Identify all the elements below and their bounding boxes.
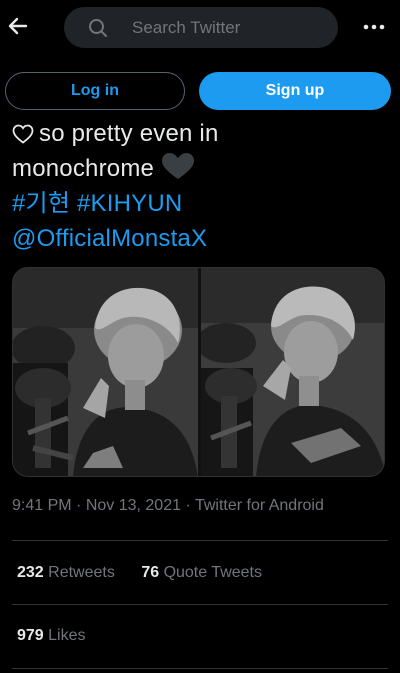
tweet-line-1-text: so pretty even in: [39, 120, 219, 147]
meta-separator: ·: [71, 497, 86, 514]
tweet-hashtags[interactable]: #기현 #KIHYUN: [12, 186, 392, 221]
quote-count: 76: [141, 564, 160, 581]
retweets-label: Retweets: [48, 564, 115, 581]
tweet-media[interactable]: [12, 267, 385, 477]
likes-label: Likes: [48, 627, 86, 644]
quote-label: Quote Tweets: [163, 564, 262, 581]
divider: [12, 604, 388, 605]
black-heart-icon: [160, 151, 196, 181]
tweet-line-1: so pretty even in: [12, 116, 392, 151]
search-icon: [88, 18, 108, 38]
tweet-text: so pretty even in monochrome #기현 #KIHYUN…: [12, 116, 392, 256]
tweet-line-2: monochrome: [12, 151, 392, 186]
login-button[interactable]: Log in: [5, 72, 185, 110]
tweet-photo-1[interactable]: [13, 268, 198, 476]
meta-separator: ·: [181, 497, 195, 514]
tweet-source[interactable]: Twitter for Android: [195, 497, 324, 514]
tweet-line-2-text: monochrome: [12, 155, 155, 182]
retweets-stat[interactable]: 232 Retweets: [17, 564, 115, 582]
likes-count: 979: [17, 627, 44, 644]
search-placeholder: Search Twitter: [132, 18, 241, 37]
tweet-date[interactable]: Nov 13, 2021: [86, 497, 181, 514]
arrow-left-icon[interactable]: [6, 14, 30, 38]
quote-tweets-stat[interactable]: 76 Quote Tweets: [141, 564, 262, 582]
stats-row-likes: 979 Likes: [17, 627, 86, 645]
tweet-time[interactable]: 9:41 PM: [12, 497, 72, 514]
top-bar: Search Twitter: [0, 0, 400, 56]
search-input[interactable]: Search Twitter: [64, 7, 338, 48]
divider: [12, 668, 388, 669]
tweet-photo-2[interactable]: [201, 268, 384, 476]
heart-outline-icon: [12, 119, 34, 144]
auth-bar: Log in Sign up: [0, 70, 400, 114]
divider: [12, 540, 388, 541]
retweets-count: 232: [17, 564, 44, 581]
stats-row-retweets: 232 Retweets 76 Quote Tweets: [17, 564, 262, 582]
tweet-mention[interactable]: @OfficialMonstaX: [12, 221, 392, 256]
more-dots-icon[interactable]: [362, 17, 386, 37]
signup-button[interactable]: Sign up: [199, 72, 391, 110]
tweet-meta: 9:41 PM · Nov 13, 2021 · Twitter for And…: [12, 497, 324, 515]
likes-stat[interactable]: 979 Likes: [17, 627, 86, 645]
